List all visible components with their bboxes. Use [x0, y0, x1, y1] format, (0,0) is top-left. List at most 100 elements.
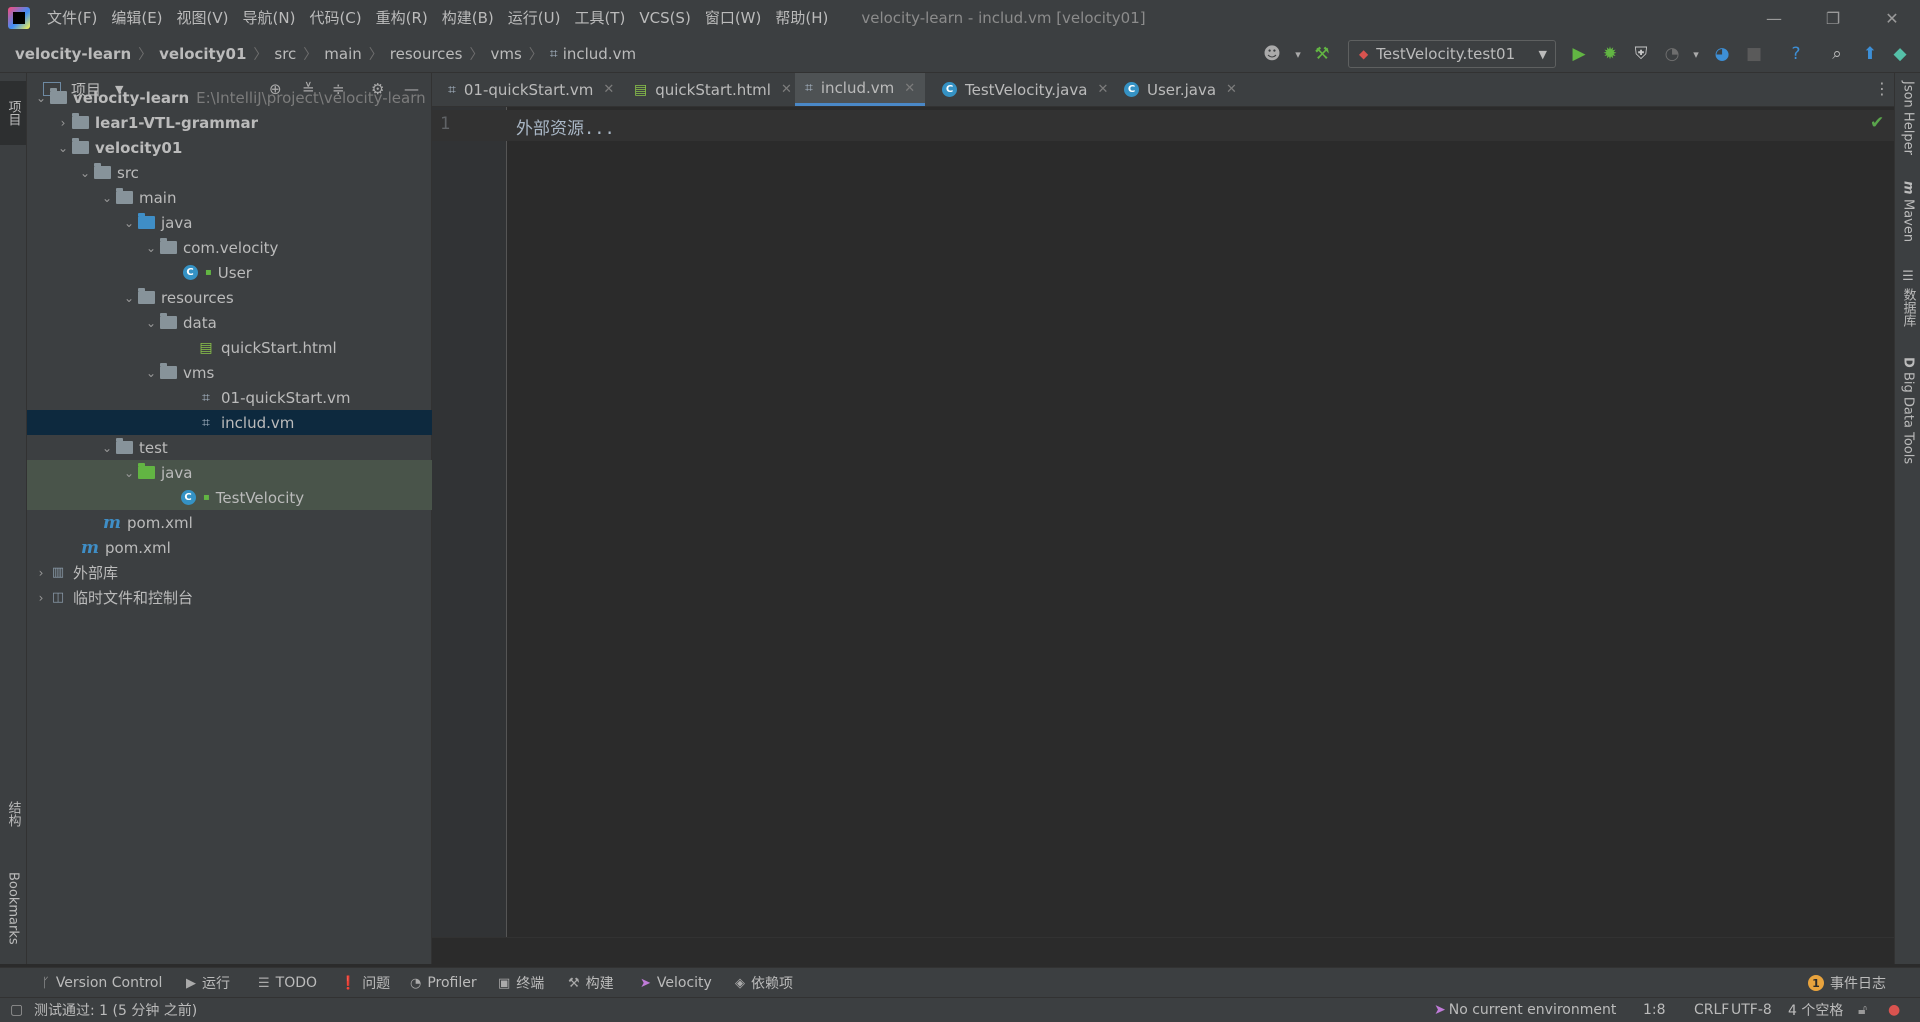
chevron-down-icon[interactable]: ▾	[1286, 42, 1310, 66]
tab-includ-vm[interactable]: ⌗ includ.vm ✕	[795, 73, 926, 106]
build-tool-button[interactable]: ⚒ 构建	[568, 968, 614, 998]
module-folder-icon	[71, 138, 89, 156]
menu-window[interactable]: 窗口(W)	[698, 0, 769, 36]
velocity-tool-button[interactable]: ➤ Velocity	[640, 968, 712, 998]
help-icon[interactable]: ?	[1784, 42, 1808, 66]
json-helper-tool-tab[interactable]: Json Helper	[1895, 81, 1920, 171]
breadcrumb-item[interactable]: resources	[390, 45, 463, 63]
breadcrumb-item[interactable]: includ.vm	[563, 45, 636, 63]
tree-item-src[interactable]: ⌄ src	[27, 160, 481, 185]
menu-code[interactable]: 代码(C)	[302, 0, 368, 36]
breadcrumb-item[interactable]: src	[274, 45, 296, 63]
environment-status[interactable]: ➤ No current environment	[1434, 998, 1616, 1022]
tab-01-quickstart-vm[interactable]: ⌗ 01-quickStart.vm ✕	[440, 73, 622, 106]
breadcrumb-item[interactable]: velocity-learn	[15, 45, 131, 63]
run-configuration-select[interactable]: ◆ TestVelocity.test01 ▼	[1348, 40, 1556, 68]
tree-item-scratches[interactable]: › ◫ 临时文件和控制台	[27, 585, 437, 610]
menu-build[interactable]: 构建(B)	[435, 0, 501, 36]
coverage-icon[interactable]: ⛨	[1629, 42, 1653, 66]
profile-icon[interactable]: ◔	[1660, 42, 1684, 66]
menu-vcs[interactable]: VCS(S)	[632, 0, 697, 36]
no-problems-check-icon[interactable]: ✔	[1870, 113, 1884, 133]
tab-label: 01-quickStart.vm	[463, 80, 594, 99]
line-ending[interactable]: CRLF	[1694, 998, 1729, 1022]
menu-tools[interactable]: 工具(T)	[567, 0, 632, 36]
problems-tool-button[interactable]: ❗ 问题	[340, 968, 390, 998]
caret-position[interactable]: 1:8	[1643, 998, 1666, 1022]
menu-view[interactable]: 视图(V)	[170, 0, 236, 36]
close-tab-icon[interactable]: ✕	[1097, 82, 1108, 97]
debug-icon[interactable]: ✹	[1598, 42, 1622, 66]
todo-tool-button[interactable]: ☰ TODO	[258, 968, 317, 998]
chevron-down-icon: ⌄	[145, 365, 157, 380]
tree-item-velocity-learn[interactable]: ⌄ velocity-learn E:\IntelliJ\project\vel…	[27, 85, 437, 110]
plugin-icon[interactable]: ◆	[1888, 42, 1912, 66]
chevron-down-icon: ⌄	[101, 440, 113, 455]
run-icon[interactable]: ▶	[1567, 42, 1591, 66]
tree-item-label: test	[139, 438, 168, 457]
version-control-tool-button[interactable]: ᚴ Version Control	[42, 968, 162, 998]
menu-edit[interactable]: 编辑(E)	[104, 0, 169, 36]
breadcrumb-separator-icon: 〉	[253, 47, 268, 63]
indent-setting[interactable]: 4 个空格	[1788, 998, 1843, 1022]
breadcrumb-item[interactable]: main	[324, 45, 361, 63]
restore-button[interactable]: ❐	[1805, 0, 1861, 36]
resources-folder-icon	[137, 288, 155, 306]
status-message[interactable]: 测试通过: 1 (5 分钟 之前)	[34, 998, 197, 1022]
layout-icon[interactable]: ▢	[10, 998, 23, 1022]
tree-item-external-libraries[interactable]: › ▥ 外部库	[27, 560, 437, 585]
code-editor[interactable]	[507, 107, 1894, 937]
build-hammer-icon[interactable]: ⚒	[1310, 42, 1334, 66]
minimize-button[interactable]: —	[1746, 0, 1802, 36]
maven-tool-tab[interactable]: m Maven	[1895, 181, 1920, 261]
tab-testvelocity-java[interactable]: C TestVelocity.java ✕	[934, 73, 1116, 106]
close-tab-icon[interactable]: ✕	[1226, 82, 1237, 97]
close-tab-icon[interactable]: ✕	[603, 82, 614, 97]
menu-file[interactable]: 文件(F)	[40, 0, 104, 36]
close-tab-icon[interactable]: ✕	[904, 81, 915, 96]
user-icon[interactable]: ☻	[1260, 42, 1284, 66]
menu-help[interactable]: 帮助(H)	[768, 0, 835, 36]
terminal-tool-button[interactable]: ▣ 终端	[498, 968, 544, 998]
update-icon[interactable]: ⬆	[1858, 42, 1882, 66]
html-file-icon: ▤	[634, 81, 648, 98]
tab-quickstart-html[interactable]: ▤ quickStart.html ✕	[626, 73, 800, 106]
database-tool-tab[interactable]: ☰ 数据库	[1895, 269, 1920, 349]
profiler-tool-button[interactable]: ◔ Profiler	[410, 968, 477, 998]
maven-label: Maven	[1900, 198, 1916, 242]
breadcrumb-item[interactable]: vms	[490, 45, 521, 63]
big-data-tools-tab[interactable]: D Big Data Tools	[1895, 357, 1920, 477]
tool-label: TODO	[275, 975, 318, 991]
menu-refactor[interactable]: 重构(R)	[369, 0, 435, 36]
tree-item-root-pom-xml[interactable]: m pom.xml	[27, 535, 485, 560]
close-tab-icon[interactable]: ✕	[781, 82, 792, 97]
lock-icon: ▪	[203, 492, 210, 503]
breadcrumb-item[interactable]: velocity01	[159, 45, 246, 63]
file-encoding[interactable]: UTF-8	[1731, 998, 1772, 1022]
project-tool-tab[interactable]: 项目	[0, 81, 26, 145]
bookmarks-tool-tab[interactable]: Bookmarks	[0, 858, 26, 958]
tab-user-java[interactable]: C User.java ✕	[1116, 73, 1245, 106]
code-line[interactable]: 外部资源...	[516, 114, 615, 139]
more-tabs-icon[interactable]: ⋮	[1874, 79, 1890, 98]
breadcrumb-separator-icon: 〉	[368, 47, 383, 63]
close-window-button[interactable]: ✕	[1864, 0, 1920, 36]
menu-run[interactable]: 运行(U)	[501, 0, 568, 36]
unlock-icon[interactable]: 🔓︎	[1858, 998, 1867, 1022]
class-icon: C	[1124, 82, 1139, 97]
event-log-tool-button[interactable]: 1 事件日志	[1808, 968, 1886, 998]
tree-item-label: src	[117, 163, 139, 182]
run-tool-button[interactable]: ▶ 运行	[186, 968, 230, 998]
dependencies-tool-button[interactable]: ◈ 依赖项	[735, 968, 793, 998]
structure-tool-tab[interactable]: 结构	[0, 781, 26, 847]
inspection-icon[interactable]: ●	[1888, 998, 1900, 1022]
chevron-down-icon[interactable]: ▾	[1684, 42, 1708, 66]
tree-item-lear1-vtl-grammar[interactable]: › lear1-VTL-grammar	[27, 110, 459, 135]
chevron-down-icon: ⌄	[57, 140, 69, 155]
attach-profiler-icon[interactable]: ◕	[1710, 42, 1734, 66]
menu-navigate[interactable]: 导航(N)	[236, 0, 303, 36]
search-icon[interactable]: ⌕	[1825, 42, 1849, 66]
stop-icon[interactable]: ■	[1742, 42, 1766, 66]
tree-item-velocity01[interactable]: ⌄ velocity01	[27, 135, 459, 160]
tree-item-label: User	[217, 263, 252, 282]
